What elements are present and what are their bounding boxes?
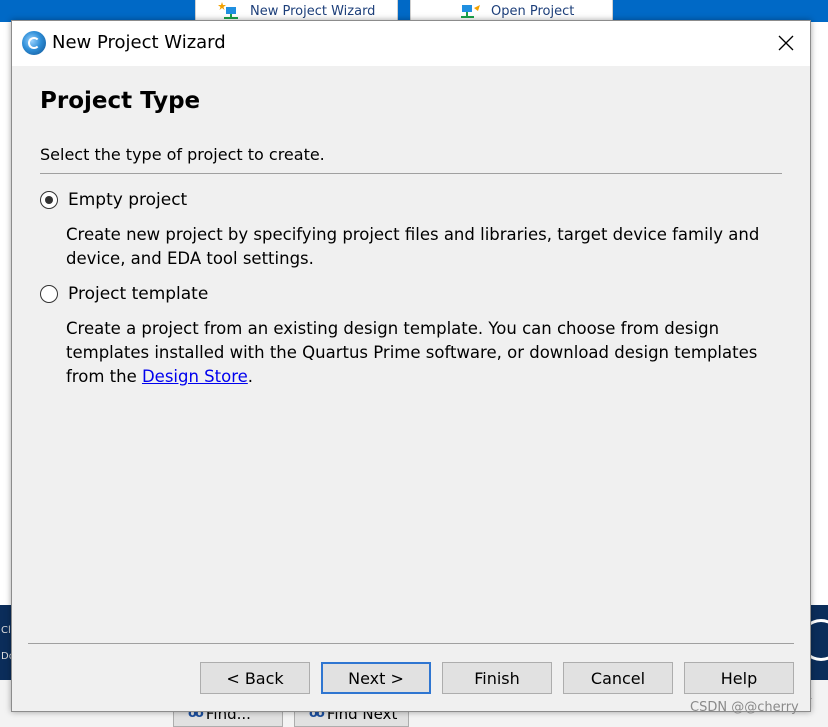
- divider: [28, 643, 794, 644]
- background-blue-band: [0, 0, 195, 22]
- back-button[interactable]: < Back: [200, 662, 310, 694]
- project-template-option[interactable]: Project template: [40, 284, 208, 304]
- toolbar-label: New Project Wizard: [250, 3, 376, 19]
- design-store-link[interactable]: Design Store: [142, 367, 248, 386]
- description-text-end: .: [247, 367, 254, 386]
- left-edge-text: Cl: [1, 625, 11, 636]
- close-icon: [778, 35, 794, 51]
- dialog-title: New Project Wizard: [52, 32, 226, 53]
- toolbar-open-project[interactable]: Open Project: [410, 0, 613, 22]
- divider: [40, 173, 782, 174]
- page-subtitle: Select the type of project to create.: [40, 145, 325, 164]
- background-blue-band: [396, 0, 410, 22]
- project-template-description: Create a project from an existing design…: [66, 317, 796, 389]
- close-button[interactable]: [766, 25, 806, 61]
- finish-button[interactable]: Finish: [442, 662, 552, 694]
- toolbar-new-project-wizard[interactable]: New Project Wizard: [195, 0, 398, 22]
- empty-project-option[interactable]: Empty project: [40, 190, 187, 210]
- cancel-button[interactable]: Cancel: [563, 662, 673, 694]
- quartus-app-icon: [22, 31, 46, 55]
- background-right-panel: [810, 605, 828, 680]
- new-project-wizard-dialog: New Project Wizard Project Type Select t…: [11, 20, 811, 712]
- project-template-label: Project template: [68, 284, 209, 304]
- empty-project-label: Empty project: [68, 190, 188, 210]
- toolbar-label: Open Project: [491, 3, 575, 19]
- empty-project-radio[interactable]: [40, 191, 58, 209]
- help-button[interactable]: Help: [684, 662, 794, 694]
- dialog-titlebar[interactable]: New Project Wizard: [12, 21, 810, 66]
- dialog-content: Project Type Select the type of project …: [12, 66, 810, 711]
- empty-project-description: Create new project by specifying project…: [66, 225, 760, 268]
- open-project-icon: [459, 2, 481, 20]
- new-project-icon: [218, 2, 240, 20]
- background-blue-band: [611, 0, 828, 22]
- page-title: Project Type: [40, 88, 201, 114]
- watermark: CSDN @@cherry: [690, 700, 799, 715]
- next-button[interactable]: Next >: [321, 662, 431, 694]
- intel-logo-icon: [810, 619, 828, 661]
- project-template-radio[interactable]: [40, 285, 58, 303]
